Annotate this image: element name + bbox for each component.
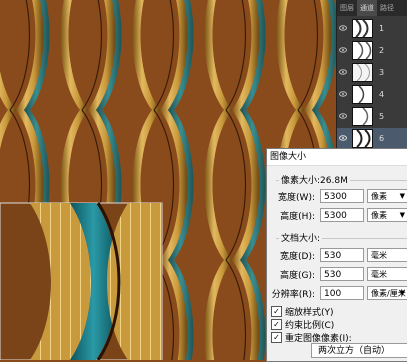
- channel-thumbnail: [352, 62, 373, 82]
- channel-row[interactable]: 4: [337, 84, 407, 104]
- width-label: 宽度(W):: [278, 193, 315, 203]
- doc-width-input[interactable]: 530: [320, 248, 364, 262]
- channel-row[interactable]: 1: [337, 18, 407, 38]
- checkbox-checked-icon[interactable]: ✓: [271, 332, 282, 343]
- panel-tabs: 图层 通道 路径: [337, 0, 407, 16]
- doc-size-label: 文档大小:: [279, 231, 323, 244]
- checkbox-checked-icon[interactable]: ✓: [271, 306, 282, 317]
- eye-icon[interactable]: [338, 23, 348, 33]
- channel-thumbnail: [352, 84, 373, 104]
- constrain-checkbox[interactable]: ✓ 约束比例(C): [271, 318, 334, 331]
- channel-row-selected[interactable]: 6: [337, 128, 407, 148]
- channel-thumbnail: [352, 106, 373, 126]
- chevron-down-icon: ▼: [399, 211, 405, 219]
- channel-row[interactable]: 3: [337, 62, 407, 82]
- chevron-down-icon: ▼: [399, 192, 405, 200]
- eye-icon[interactable]: [338, 111, 348, 121]
- channel-label: 3: [379, 67, 385, 77]
- height-unit-label: 像素: [371, 211, 387, 220]
- doc-width-label: 宽度(D):: [280, 252, 315, 262]
- scale-styles-checkbox[interactable]: ✓ 缩放样式(Y): [271, 305, 334, 318]
- width-input[interactable]: 5300: [320, 189, 364, 203]
- pixel-size-label: 像素大小:26.8M: [279, 173, 350, 186]
- width-unit-select[interactable]: 像素 ▼: [367, 189, 407, 203]
- height-unit-select[interactable]: 像素 ▼: [367, 208, 407, 222]
- channel-label: 4: [379, 89, 385, 99]
- channel-row[interactable]: 5: [337, 106, 407, 126]
- channel-label: 6: [379, 133, 385, 143]
- eye-icon[interactable]: [338, 45, 348, 55]
- doc-height-label: 高度(G):: [279, 271, 315, 281]
- doc-height-unit-label: 毫米: [371, 270, 387, 279]
- constrain-label: 约束比例(C): [285, 321, 335, 331]
- channel-row[interactable]: 2: [337, 40, 407, 60]
- tab-channels[interactable]: 通道: [357, 0, 377, 16]
- zoom-inset: [0, 202, 163, 360]
- resample-method-select[interactable]: 两次立方（自动）: [311, 343, 407, 358]
- resolution-label: 分辨率(R):: [271, 290, 315, 300]
- dialog-title: 图像大小: [267, 149, 407, 166]
- scale-styles-label: 缩放样式(Y): [285, 308, 334, 318]
- channels-panel: 图层 通道 路径 1 2 3 4 5 6: [336, 0, 407, 150]
- height-label: 高度(H):: [280, 212, 315, 222]
- chevron-down-icon: ▼: [399, 289, 405, 297]
- channel-label: 2: [379, 45, 385, 55]
- channel-label: 5: [379, 111, 385, 121]
- doc-width-unit-select[interactable]: 毫米: [367, 248, 407, 262]
- channel-thumbnail: [352, 18, 373, 38]
- eye-icon[interactable]: [338, 89, 348, 99]
- channel-label: 1: [379, 23, 385, 33]
- channel-thumbnail: [352, 128, 373, 148]
- tab-layers[interactable]: 图层: [337, 0, 357, 16]
- channel-thumbnail: [352, 40, 373, 60]
- width-unit-label: 像素: [371, 192, 387, 201]
- eye-icon[interactable]: [338, 133, 348, 143]
- eye-icon[interactable]: [338, 67, 348, 77]
- doc-height-unit-select[interactable]: 毫米: [367, 267, 407, 281]
- doc-height-input[interactable]: 530: [320, 267, 364, 281]
- doc-width-unit-label: 毫米: [371, 251, 387, 260]
- tab-paths[interactable]: 路径: [377, 0, 397, 16]
- height-input[interactable]: 5300: [320, 208, 364, 222]
- image-size-dialog: 图像大小 像素大小:26.8M 宽度(W): 5300 像素 ▼ 高度(H): 5…: [266, 148, 407, 362]
- checkbox-checked-icon[interactable]: ✓: [271, 319, 282, 330]
- resolution-input[interactable]: 100: [320, 286, 364, 300]
- resolution-unit-select[interactable]: 像素/厘米 ▼: [367, 286, 407, 300]
